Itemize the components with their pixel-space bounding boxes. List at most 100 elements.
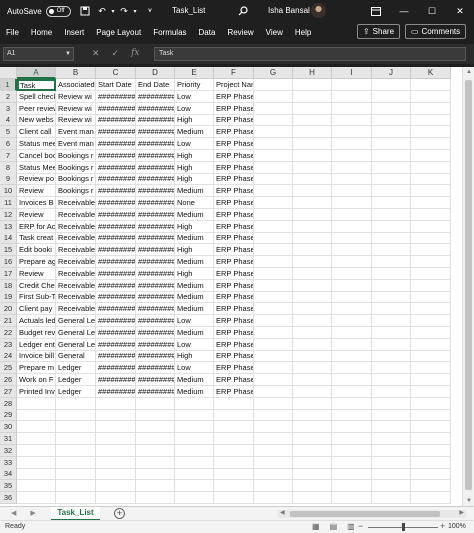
tab-file[interactable]: File (0, 28, 25, 37)
cell[interactable]: Medium (175, 232, 214, 245)
cell[interactable] (411, 456, 451, 469)
cell[interactable] (293, 385, 332, 398)
cell[interactable]: Receivable (56, 256, 96, 268)
cell[interactable] (293, 90, 332, 103)
cell[interactable]: Spell check (17, 90, 56, 103)
cell[interactable] (332, 208, 372, 221)
cell[interactable]: ######### (136, 244, 175, 257)
cell[interactable] (254, 173, 293, 186)
cell[interactable] (332, 350, 372, 363)
cell[interactable]: High (175, 114, 214, 127)
cell[interactable] (293, 338, 332, 351)
cell[interactable]: Bookings r (56, 161, 96, 174)
cell[interactable] (332, 173, 372, 186)
cell[interactable]: ######### (136, 220, 175, 233)
cell[interactable] (372, 149, 411, 162)
cell[interactable] (293, 480, 332, 493)
cell[interactable] (254, 338, 293, 351)
cell[interactable] (254, 244, 293, 257)
cell[interactable]: ######### (96, 326, 136, 339)
cell[interactable] (17, 433, 56, 445)
row-header[interactable]: 27 (0, 385, 17, 398)
cell[interactable]: ######### (96, 338, 136, 351)
cell[interactable]: ######### (96, 303, 136, 316)
cell[interactable] (332, 126, 372, 139)
cell[interactable] (372, 362, 411, 375)
cell[interactable]: High (175, 149, 214, 162)
cell[interactable] (411, 303, 451, 316)
cell[interactable] (136, 468, 175, 481)
cell[interactable]: ERP Phase III (214, 256, 254, 268)
cell[interactable]: Actuals led (17, 315, 56, 327)
cell[interactable]: None (175, 197, 214, 209)
cell[interactable]: Medium (175, 291, 214, 304)
cell[interactable] (372, 492, 411, 504)
cell[interactable] (254, 138, 293, 150)
cell[interactable] (254, 90, 293, 103)
cell[interactable]: Receivable (56, 208, 96, 221)
cell[interactable] (411, 409, 451, 422)
cell[interactable]: ######### (136, 315, 175, 327)
cell[interactable] (372, 326, 411, 339)
cell[interactable] (332, 421, 372, 434)
cell[interactable] (214, 433, 254, 445)
cell[interactable] (372, 173, 411, 186)
cell[interactable] (372, 444, 411, 457)
cell[interactable] (293, 197, 332, 209)
cell[interactable] (332, 149, 372, 162)
cell[interactable]: Bookings r (56, 185, 96, 198)
cell[interactable] (411, 102, 451, 115)
cell[interactable] (214, 397, 254, 410)
cell[interactable]: Receivable (56, 232, 96, 245)
cell[interactable] (17, 456, 56, 469)
row-header[interactable]: 9 (0, 173, 17, 186)
cell[interactable]: ######### (96, 138, 136, 150)
cell[interactable]: ERP Phase III (214, 149, 254, 162)
cell[interactable]: ######### (136, 256, 175, 268)
zoom-slider-handle[interactable] (402, 523, 405, 531)
cell[interactable] (293, 362, 332, 375)
column-header-e[interactable]: E (175, 67, 214, 79)
cell[interactable]: ERP Phase III (214, 90, 254, 103)
cell[interactable] (293, 126, 332, 139)
tab-home[interactable]: Home (25, 28, 58, 37)
cell[interactable] (411, 267, 451, 280)
cell[interactable] (411, 338, 451, 351)
cell[interactable]: ######### (96, 232, 136, 245)
row-header[interactable]: 12 (0, 208, 17, 221)
column-header-h[interactable]: H (293, 67, 332, 79)
column-header-k[interactable]: K (411, 67, 451, 79)
cell[interactable] (254, 385, 293, 398)
cell[interactable]: Medium (175, 326, 214, 339)
cell[interactable] (214, 480, 254, 493)
column-header-i[interactable]: I (332, 67, 372, 79)
add-sheet-icon[interactable]: + (114, 508, 125, 519)
cell[interactable] (372, 291, 411, 304)
cell[interactable]: ERP Phase III (214, 350, 254, 363)
cell[interactable]: ERP Phase III (214, 291, 254, 304)
cell[interactable]: ######### (96, 256, 136, 268)
cell[interactable] (136, 480, 175, 493)
share-button[interactable]: ⇪ Share (357, 24, 400, 39)
cell[interactable] (17, 444, 56, 457)
cell[interactable]: High (175, 173, 214, 186)
cell[interactable]: Receivable (56, 267, 96, 280)
row-header[interactable]: 36 (0, 492, 17, 504)
cell[interactable] (293, 315, 332, 327)
horizontal-scroll-thumb[interactable] (290, 511, 440, 517)
row-header[interactable]: 24 (0, 350, 17, 363)
row-header[interactable]: 15 (0, 244, 17, 257)
cell[interactable]: Review (17, 267, 56, 280)
cell[interactable]: ######### (96, 90, 136, 103)
cell[interactable] (372, 456, 411, 469)
cell[interactable]: ######### (136, 374, 175, 386)
row-header[interactable]: 35 (0, 480, 17, 493)
cell[interactable]: New webs (17, 114, 56, 127)
cell[interactable]: ######### (136, 90, 175, 103)
cell[interactable]: Ledger (56, 385, 96, 398)
cell[interactable] (293, 138, 332, 150)
row-header[interactable]: 28 (0, 397, 17, 410)
cell[interactable] (332, 90, 372, 103)
cell[interactable] (332, 291, 372, 304)
cell[interactable] (96, 444, 136, 457)
